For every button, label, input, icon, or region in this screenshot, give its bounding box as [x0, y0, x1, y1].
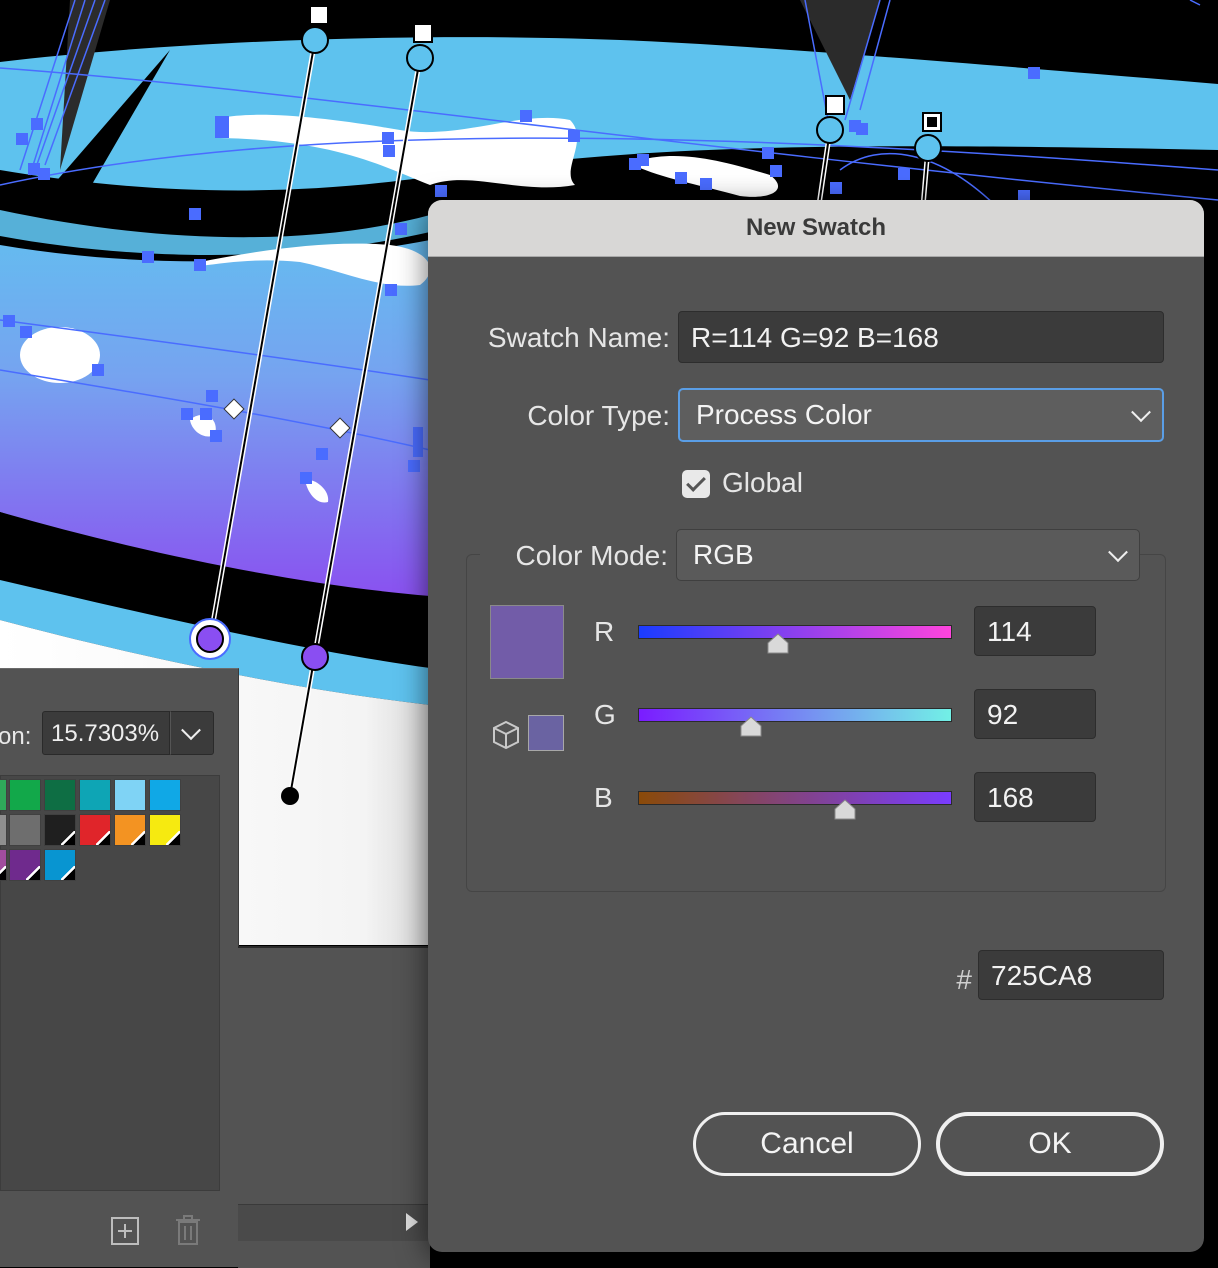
angle-input[interactable]: 15.7303% — [42, 711, 170, 755]
swatch-chip[interactable] — [44, 849, 76, 881]
trash-icon[interactable] — [174, 1214, 202, 1246]
swatches-panel: on: 15.7303% — [0, 668, 239, 1267]
swatch-chip[interactable] — [114, 814, 146, 846]
chevron-down-icon — [181, 720, 201, 741]
color-type-select[interactable]: Process Color — [678, 388, 1164, 442]
ok-button[interactable]: OK — [936, 1112, 1164, 1176]
channel-input-g[interactable]: 92 — [974, 689, 1096, 739]
channel-input-r[interactable]: 114 — [974, 606, 1096, 656]
slider-thumb-g[interactable] — [740, 715, 762, 737]
dialog-title: New Swatch — [745, 214, 887, 241]
angle-dropdown-button[interactable] — [170, 711, 214, 755]
channel-label-r: R — [594, 616, 615, 647]
swatch-name-label: Swatch Name: — [487, 322, 670, 353]
new-swatch-dialog: New Swatch Swatch Name: R=114 G=92 B=168… — [428, 200, 1204, 1252]
swatch-chip[interactable] — [79, 779, 111, 811]
channel-slider-b[interactable] — [638, 791, 952, 805]
swatch-grid — [0, 775, 220, 1191]
global-label: Global — [722, 467, 803, 498]
slider-thumb-b[interactable] — [834, 798, 856, 820]
swatch-chip[interactable] — [0, 779, 7, 811]
channel-label-b: B — [594, 782, 613, 813]
document-bottom-strip — [238, 946, 430, 1268]
status-bar — [238, 1204, 430, 1241]
swatch-name-input[interactable]: R=114 G=92 B=168 — [678, 311, 1164, 363]
color-type-label: Color Type: — [527, 400, 670, 431]
out-of-web-gamut-cube-icon[interactable] — [492, 720, 520, 750]
dialog-titlebar[interactable]: New Swatch — [428, 200, 1204, 257]
swatch-chip[interactable] — [114, 779, 146, 811]
channel-input-b[interactable]: 168 — [974, 772, 1096, 822]
channel-slider-r[interactable] — [638, 625, 952, 639]
swatch-chip[interactable] — [9, 779, 41, 811]
channel-slider-g[interactable] — [638, 708, 952, 722]
color-mode-label: Color Mode: — [515, 540, 668, 571]
swatch-chip[interactable] — [149, 779, 181, 811]
swatch-chip[interactable] — [79, 814, 111, 846]
hex-input[interactable]: 725CA8 — [978, 950, 1164, 1000]
color-mode-value: RGB — [693, 539, 754, 570]
swatch-chip[interactable] — [0, 849, 7, 881]
swatch-chip[interactable] — [0, 814, 7, 846]
global-checkbox[interactable] — [682, 470, 710, 498]
color-preview-swatch — [490, 605, 564, 679]
chevron-down-icon — [1131, 402, 1151, 423]
slider-thumb-r[interactable] — [767, 632, 789, 654]
swatch-chip[interactable] — [9, 849, 41, 881]
swatch-chip[interactable] — [44, 814, 76, 846]
new-swatch-icon[interactable] — [110, 1216, 140, 1246]
web-safe-color-swatch[interactable] — [528, 715, 564, 751]
hex-label: # — [956, 964, 972, 995]
color-mode-select[interactable]: RGB — [676, 529, 1140, 581]
channel-label-g: G — [594, 699, 616, 730]
cancel-button[interactable]: Cancel — [693, 1112, 921, 1176]
swatch-chip[interactable] — [149, 814, 181, 846]
angle-label: on: — [0, 723, 32, 750]
play-icon[interactable] — [406, 1213, 418, 1231]
swatch-chip[interactable] — [44, 779, 76, 811]
swatch-chip[interactable] — [9, 814, 41, 846]
color-type-value: Process Color — [696, 399, 872, 430]
chevron-down-icon — [1108, 542, 1128, 563]
